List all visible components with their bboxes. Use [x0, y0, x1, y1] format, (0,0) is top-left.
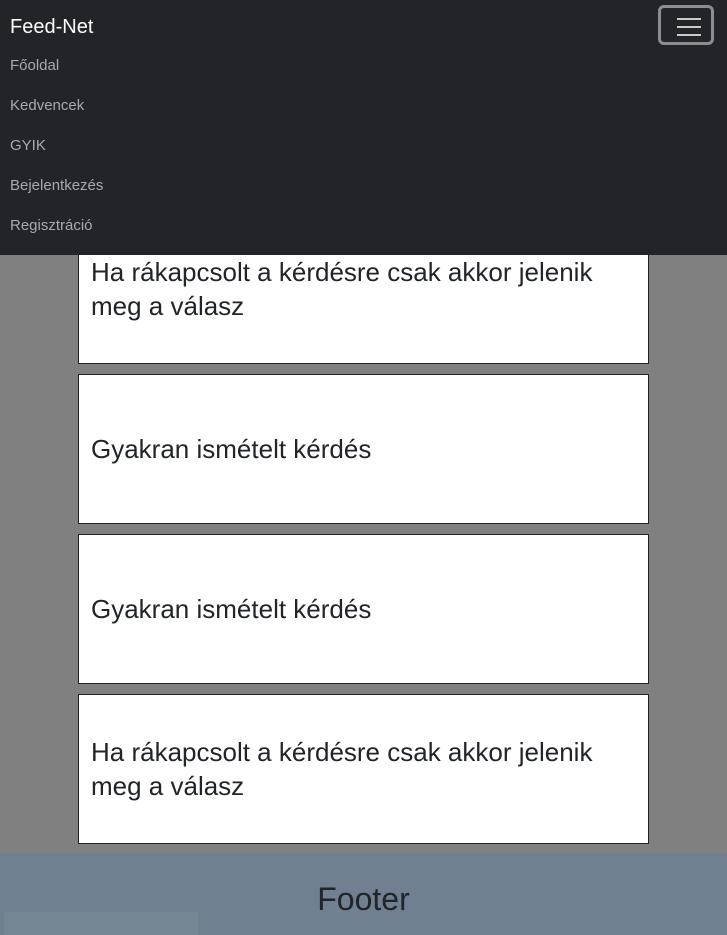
- nav-links: Főoldal Kedvencek GYIK Bejelentkezés Reg…: [10, 56, 103, 256]
- hamburger-menu-icon: [677, 18, 701, 36]
- nav-link-gyik[interactable]: GYIK: [10, 136, 103, 176]
- faq-question: Gyakran ismételt kérdés: [91, 594, 372, 624]
- navbar-toggler-button[interactable]: [658, 5, 714, 45]
- nav-link-bejelentkezes[interactable]: Bejelentkezés: [10, 176, 103, 216]
- faq-card[interactable]: Gyakran ismételt kérdés: [78, 534, 649, 684]
- faq-question: Ha rákapcsolt a kérdésre csak akkor jele…: [91, 737, 593, 801]
- nav-link-kedvencek[interactable]: Kedvencek: [10, 96, 103, 136]
- faq-card[interactable]: Ha rákapcsolt a kérdésre csak akkor jele…: [78, 694, 649, 844]
- faq-card[interactable]: Gyakran ismételt kérdés: [78, 374, 649, 524]
- footer-text: Footer: [317, 880, 410, 917]
- navbar: Feed-Net Főoldal Kedvencek GYIK Bejelent…: [0, 0, 727, 255]
- status-overlay: [4, 912, 198, 935]
- faq-question: Gyakran ismételt kérdés: [91, 434, 372, 464]
- nav-link-regisztracio[interactable]: Regisztráció: [10, 216, 103, 256]
- nav-link-fooldal[interactable]: Főoldal: [10, 56, 103, 96]
- faq-question: Ha rákapcsolt a kérdésre csak akkor jele…: [91, 257, 593, 321]
- brand-link[interactable]: Feed-Net: [10, 16, 93, 38]
- faq-list: Ha rákapcsolt a kérdésre csak akkor jele…: [78, 214, 649, 854]
